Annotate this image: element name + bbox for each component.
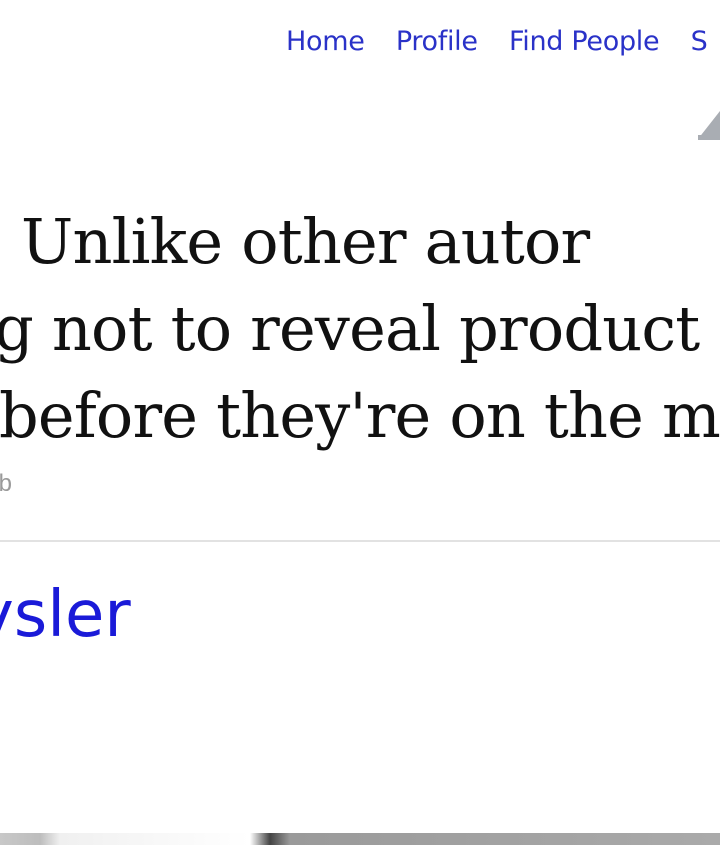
tweet-source: web	[0, 470, 13, 497]
tweet-text: illes: Unlike other autor ng not to reve…	[0, 198, 720, 459]
nav-profile-link[interactable]: Profile	[396, 26, 478, 57]
author-name-link[interactable]: ysler	[0, 578, 131, 652]
top-navigation: Home Profile Find People S	[286, 26, 720, 57]
nav-find-people-link[interactable]: Find People	[509, 26, 660, 57]
divider	[0, 540, 720, 542]
tweet-line-2: ng not to reveal product	[0, 292, 700, 365]
nav-settings-link[interactable]: S	[691, 26, 708, 57]
tweet-line-3: before they're on the m	[0, 379, 720, 452]
profile-photo-strip	[0, 833, 720, 845]
speech-bubble-edge	[698, 135, 720, 140]
nav-home-link[interactable]: Home	[286, 26, 365, 57]
page: Home Profile Find People S illes: Unlike…	[0, 0, 720, 845]
tweet-line-1: illes: Unlike other autor	[0, 205, 590, 278]
